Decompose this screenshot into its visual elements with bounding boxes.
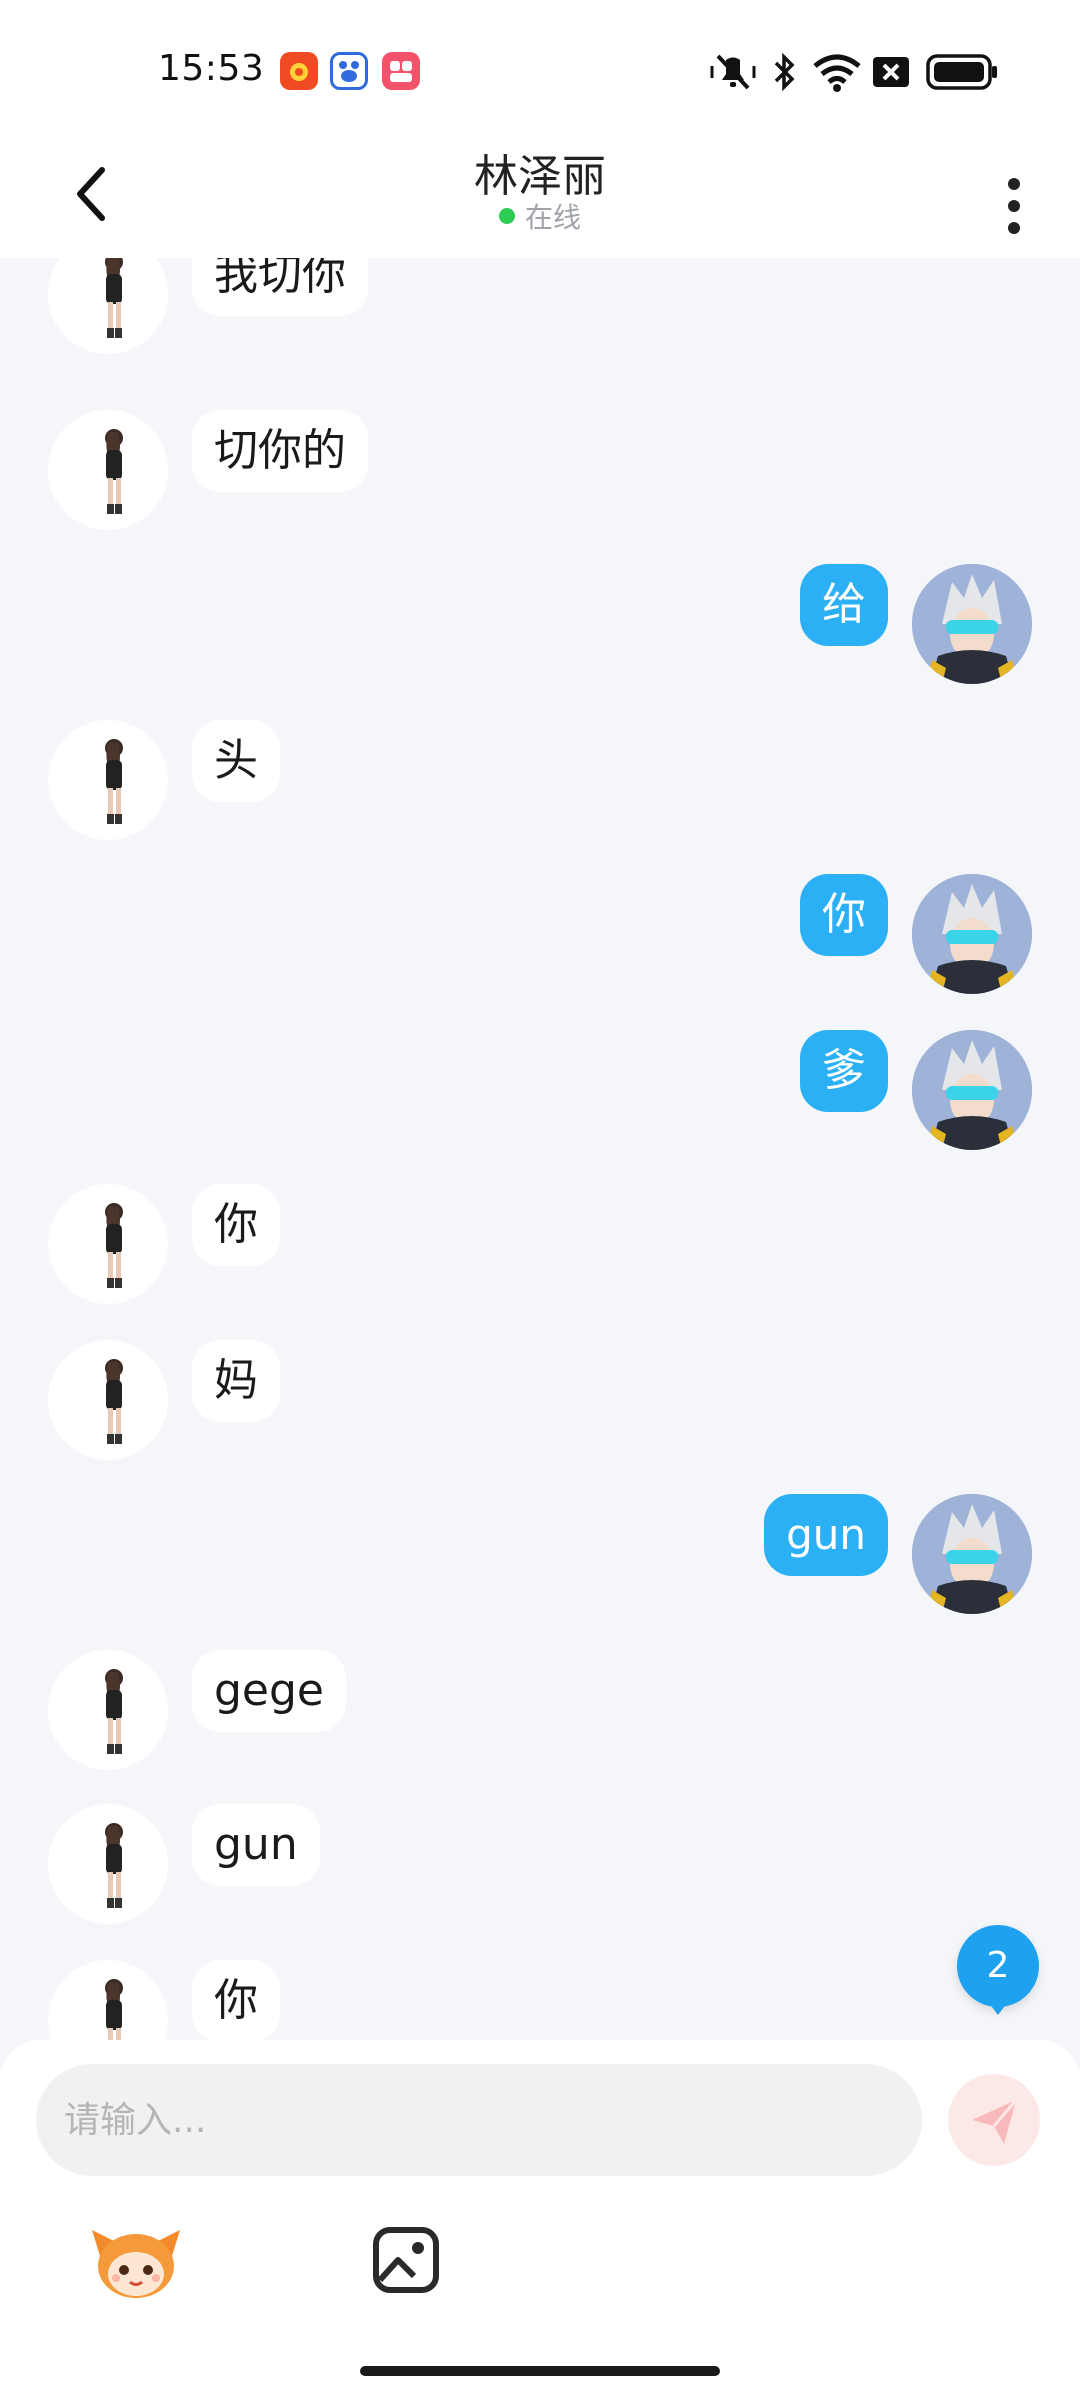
image-icon [373, 2227, 439, 2293]
message-row: gun [0, 1494, 1080, 1614]
contact-avatar[interactable] [48, 1650, 168, 1770]
message-bubble[interactable]: 你 [192, 1184, 280, 1266]
wifi-icon [813, 54, 861, 92]
girl-avatar-icon [105, 1669, 123, 1754]
my-avatar[interactable] [912, 1494, 1032, 1614]
girl-avatar-icon [105, 1823, 123, 1908]
message-bubble[interactable]: gun [192, 1804, 320, 1886]
chat-header: 林泽丽 在线 [0, 130, 1080, 258]
message-row: 妈 [0, 1340, 1080, 1460]
message-bubble[interactable]: gun [764, 1494, 888, 1576]
send-icon [972, 2099, 1018, 2144]
message-row: 你 [0, 1960, 1080, 2040]
message-bubble[interactable]: 爹 [800, 1030, 888, 1112]
emoji-mascot-button[interactable] [86, 2210, 186, 2310]
girl-avatar-icon [105, 739, 123, 824]
weibo-app-icon [280, 52, 318, 90]
message-bubble[interactable]: 给 [800, 564, 888, 646]
girl-avatar-icon [105, 1979, 123, 2040]
more-options-button[interactable] [996, 156, 1032, 234]
silent-icon [710, 54, 756, 90]
message-row: gun [0, 1804, 1080, 1924]
baidu-app-icon [330, 52, 368, 90]
anime-boy-avatar-icon [912, 1494, 1032, 1614]
my-avatar[interactable] [912, 564, 1032, 684]
bluetooth-icon [774, 52, 795, 92]
my-avatar[interactable] [912, 874, 1032, 994]
message-row: 你 [0, 874, 1080, 994]
message-list[interactable]: 我切你 切你的 给 头 你 爹 你 妈 gun gege gun 你 [0, 258, 1080, 2040]
more-dot-icon [1008, 222, 1020, 234]
girl-avatar-icon [105, 1203, 123, 1288]
my-avatar[interactable] [912, 1030, 1032, 1150]
online-dot-icon [498, 208, 515, 224]
contact-avatar[interactable] [48, 258, 168, 354]
send-button[interactable] [948, 2074, 1040, 2166]
status-time: 15:53 [158, 48, 265, 89]
more-dot-icon [1008, 178, 1020, 190]
contact-name: 林泽丽 [474, 151, 606, 202]
girl-avatar-icon [105, 1359, 123, 1444]
unread-count-badge[interactable]: 2 [957, 1925, 1039, 2015]
contact-avatar[interactable] [48, 410, 168, 530]
image-button[interactable] [356, 2210, 456, 2310]
message-input[interactable] [36, 2064, 922, 2176]
anime-boy-avatar-icon [912, 874, 1032, 994]
message-row: 爹 [0, 1030, 1080, 1150]
contact-avatar[interactable] [48, 720, 168, 840]
message-row: 我切你 [0, 258, 1080, 354]
contact-avatar[interactable] [48, 1340, 168, 1460]
home-indicator[interactable] [360, 2366, 720, 2376]
message-bubble[interactable]: gege [192, 1650, 346, 1732]
online-status-text: 在线 [524, 201, 581, 234]
message-bubble[interactable]: 头 [192, 720, 280, 802]
message-row: 你 [0, 1184, 1080, 1304]
anime-boy-avatar-icon [912, 564, 1032, 684]
message-row: 给 [0, 564, 1080, 684]
emoji-mascot-icon [92, 2230, 180, 2298]
message-row: 切你的 [0, 410, 1080, 530]
contact-avatar[interactable] [48, 1960, 168, 2040]
message-row: gege [0, 1650, 1080, 1770]
status-bar: 15:53 [0, 0, 1080, 130]
video-app-icon [382, 52, 420, 90]
contact-avatar[interactable] [48, 1184, 168, 1304]
battery-icon [926, 54, 997, 90]
contact-avatar[interactable] [48, 1804, 168, 1924]
sim-off-icon [873, 57, 909, 87]
message-bubble[interactable]: 我切你 [192, 258, 368, 316]
online-status: 在线 [0, 196, 1080, 236]
more-dot-icon [1008, 200, 1020, 212]
composer-panel [0, 2040, 1080, 2400]
message-row: 头 [0, 720, 1080, 840]
anime-boy-avatar-icon [912, 1030, 1032, 1150]
message-bubble[interactable]: 切你的 [192, 410, 368, 492]
girl-avatar-icon [105, 258, 123, 338]
message-bubble[interactable]: 你 [800, 874, 888, 956]
girl-avatar-icon [105, 429, 123, 514]
message-bubble[interactable]: 妈 [192, 1340, 280, 1422]
message-bubble[interactable]: 你 [192, 1960, 280, 2040]
